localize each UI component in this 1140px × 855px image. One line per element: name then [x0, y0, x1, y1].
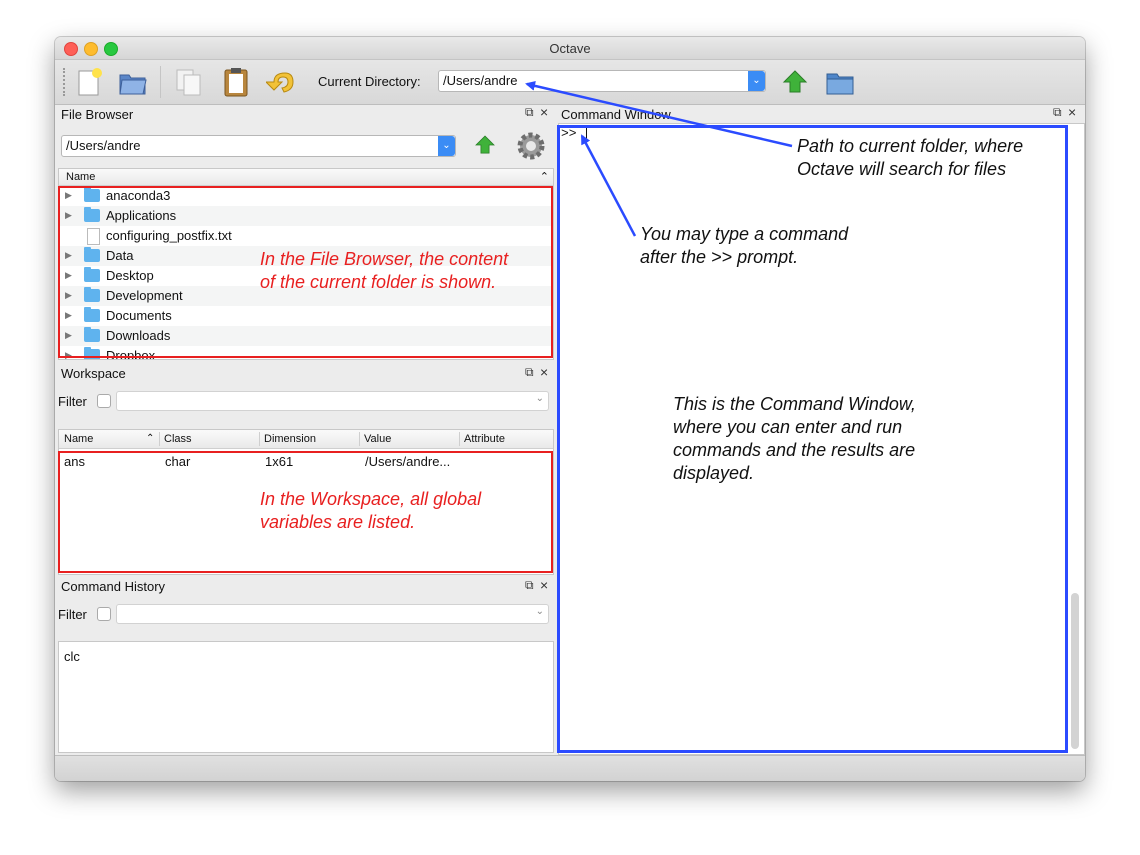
chevron-down-icon[interactable]: ⌄: [536, 606, 544, 617]
new-script-icon[interactable]: [73, 66, 105, 98]
path-annotation: Path to current folder, where Octave wil…: [797, 135, 1023, 181]
current-directory-value[interactable]: /Users/andre: [443, 73, 517, 88]
undock-icon[interactable]: ⧉: [1053, 105, 1062, 120]
current-directory-combo[interactable]: /Users/andre ⌄: [438, 70, 766, 92]
command-window-annotation: This is the Command Window, where you ca…: [673, 393, 916, 485]
undock-icon[interactable]: ⧉: [525, 105, 534, 120]
file-browser-path[interactable]: /Users/andre: [66, 138, 140, 153]
go-up-icon[interactable]: [779, 66, 811, 98]
prompt-annotation: You may type a command after the >> prom…: [640, 223, 848, 269]
column-header-value[interactable]: Value: [364, 433, 391, 445]
history-entry[interactable]: clc: [64, 649, 80, 664]
browse-folder-icon[interactable]: [824, 66, 856, 98]
current-directory-label: Current Directory:: [318, 74, 421, 89]
annotation-line: You may type a command: [640, 224, 849, 244]
command-window-scrollbar[interactable]: [1071, 593, 1079, 749]
chevron-up-icon[interactable]: ⌃: [540, 170, 549, 183]
tree-header[interactable]: Name ⌃: [59, 169, 553, 186]
copy-icon[interactable]: [173, 66, 205, 98]
undock-icon[interactable]: ⧉: [525, 578, 534, 593]
close-icon[interactable]: ×: [540, 104, 548, 120]
column-header-attribute[interactable]: Attribute: [464, 433, 505, 445]
go-up-icon[interactable]: [472, 132, 498, 158]
close-icon[interactable]: ×: [540, 364, 548, 380]
history-filter-label: Filter: [58, 607, 87, 622]
column-header-dimension[interactable]: Dimension: [264, 433, 316, 445]
column-header-class[interactable]: Class: [164, 433, 192, 445]
command-history-title: Command History: [61, 579, 166, 594]
file-browser-annotation: In the File Browser, the content of the …: [260, 248, 508, 294]
name-column-header[interactable]: Name: [66, 171, 95, 183]
file-browser-title: File Browser: [61, 107, 134, 122]
annotation-line: commands and the results are: [673, 440, 916, 460]
main-toolbar: Current Directory: /Users/andre ⌄: [55, 60, 1085, 105]
annotation-line: Octave will search for files: [797, 159, 1007, 179]
chevron-down-icon[interactable]: ⌄: [748, 71, 765, 91]
workspace-header: Name ⌃ Class Dimension Value Attribute: [59, 430, 553, 449]
close-icon[interactable]: ×: [540, 577, 548, 593]
paste-icon[interactable]: [220, 66, 252, 98]
gear-icon[interactable]: [515, 130, 547, 162]
toolbar-grip[interactable]: [63, 68, 67, 96]
annotation-line: Path to current folder, where: [797, 136, 1024, 156]
title-bar: Octave: [55, 37, 1085, 60]
chevron-down-icon[interactable]: ⌄: [438, 136, 455, 156]
history-list[interactable]: clc: [58, 641, 554, 753]
annotation-line: In the Workspace, all global: [260, 489, 482, 509]
annotation-line: In the File Browser, the content: [260, 249, 509, 269]
history-filter-checkbox[interactable]: [97, 607, 111, 621]
undock-icon[interactable]: ⧉: [525, 365, 534, 380]
workspace-title: Workspace: [61, 366, 126, 381]
close-icon[interactable]: ×: [1068, 104, 1076, 120]
annotation-line: of the current folder is shown.: [260, 272, 497, 292]
workspace-filter-input[interactable]: ⌄: [116, 391, 549, 411]
status-bar: [55, 755, 1085, 781]
open-folder-icon[interactable]: [117, 66, 149, 98]
annotation-line: displayed.: [673, 463, 755, 483]
annotation-line: where you can enter and run: [673, 417, 903, 437]
column-header-name[interactable]: Name: [64, 433, 93, 445]
annotation-line: after the >> prompt.: [640, 247, 799, 267]
annotation-line: variables are listed.: [260, 512, 416, 532]
undo-icon[interactable]: [266, 66, 298, 98]
history-filter-input[interactable]: ⌄: [116, 604, 549, 624]
window-title: Octave: [549, 41, 591, 56]
command-window-title: Command Window: [561, 107, 671, 122]
workspace-filter-checkbox[interactable]: [97, 394, 111, 408]
toolbar-separator: [160, 66, 161, 98]
workspace-annotation: In the Workspace, all global variables a…: [260, 488, 481, 534]
file-browser-path-combo[interactable]: /Users/andre ⌄: [61, 135, 456, 157]
annotation-line: This is the Command Window,: [673, 394, 916, 414]
workspace-filter-label: Filter: [58, 394, 87, 409]
chevron-up-icon[interactable]: ⌃: [146, 433, 154, 444]
chevron-down-icon[interactable]: ⌄: [536, 393, 544, 404]
